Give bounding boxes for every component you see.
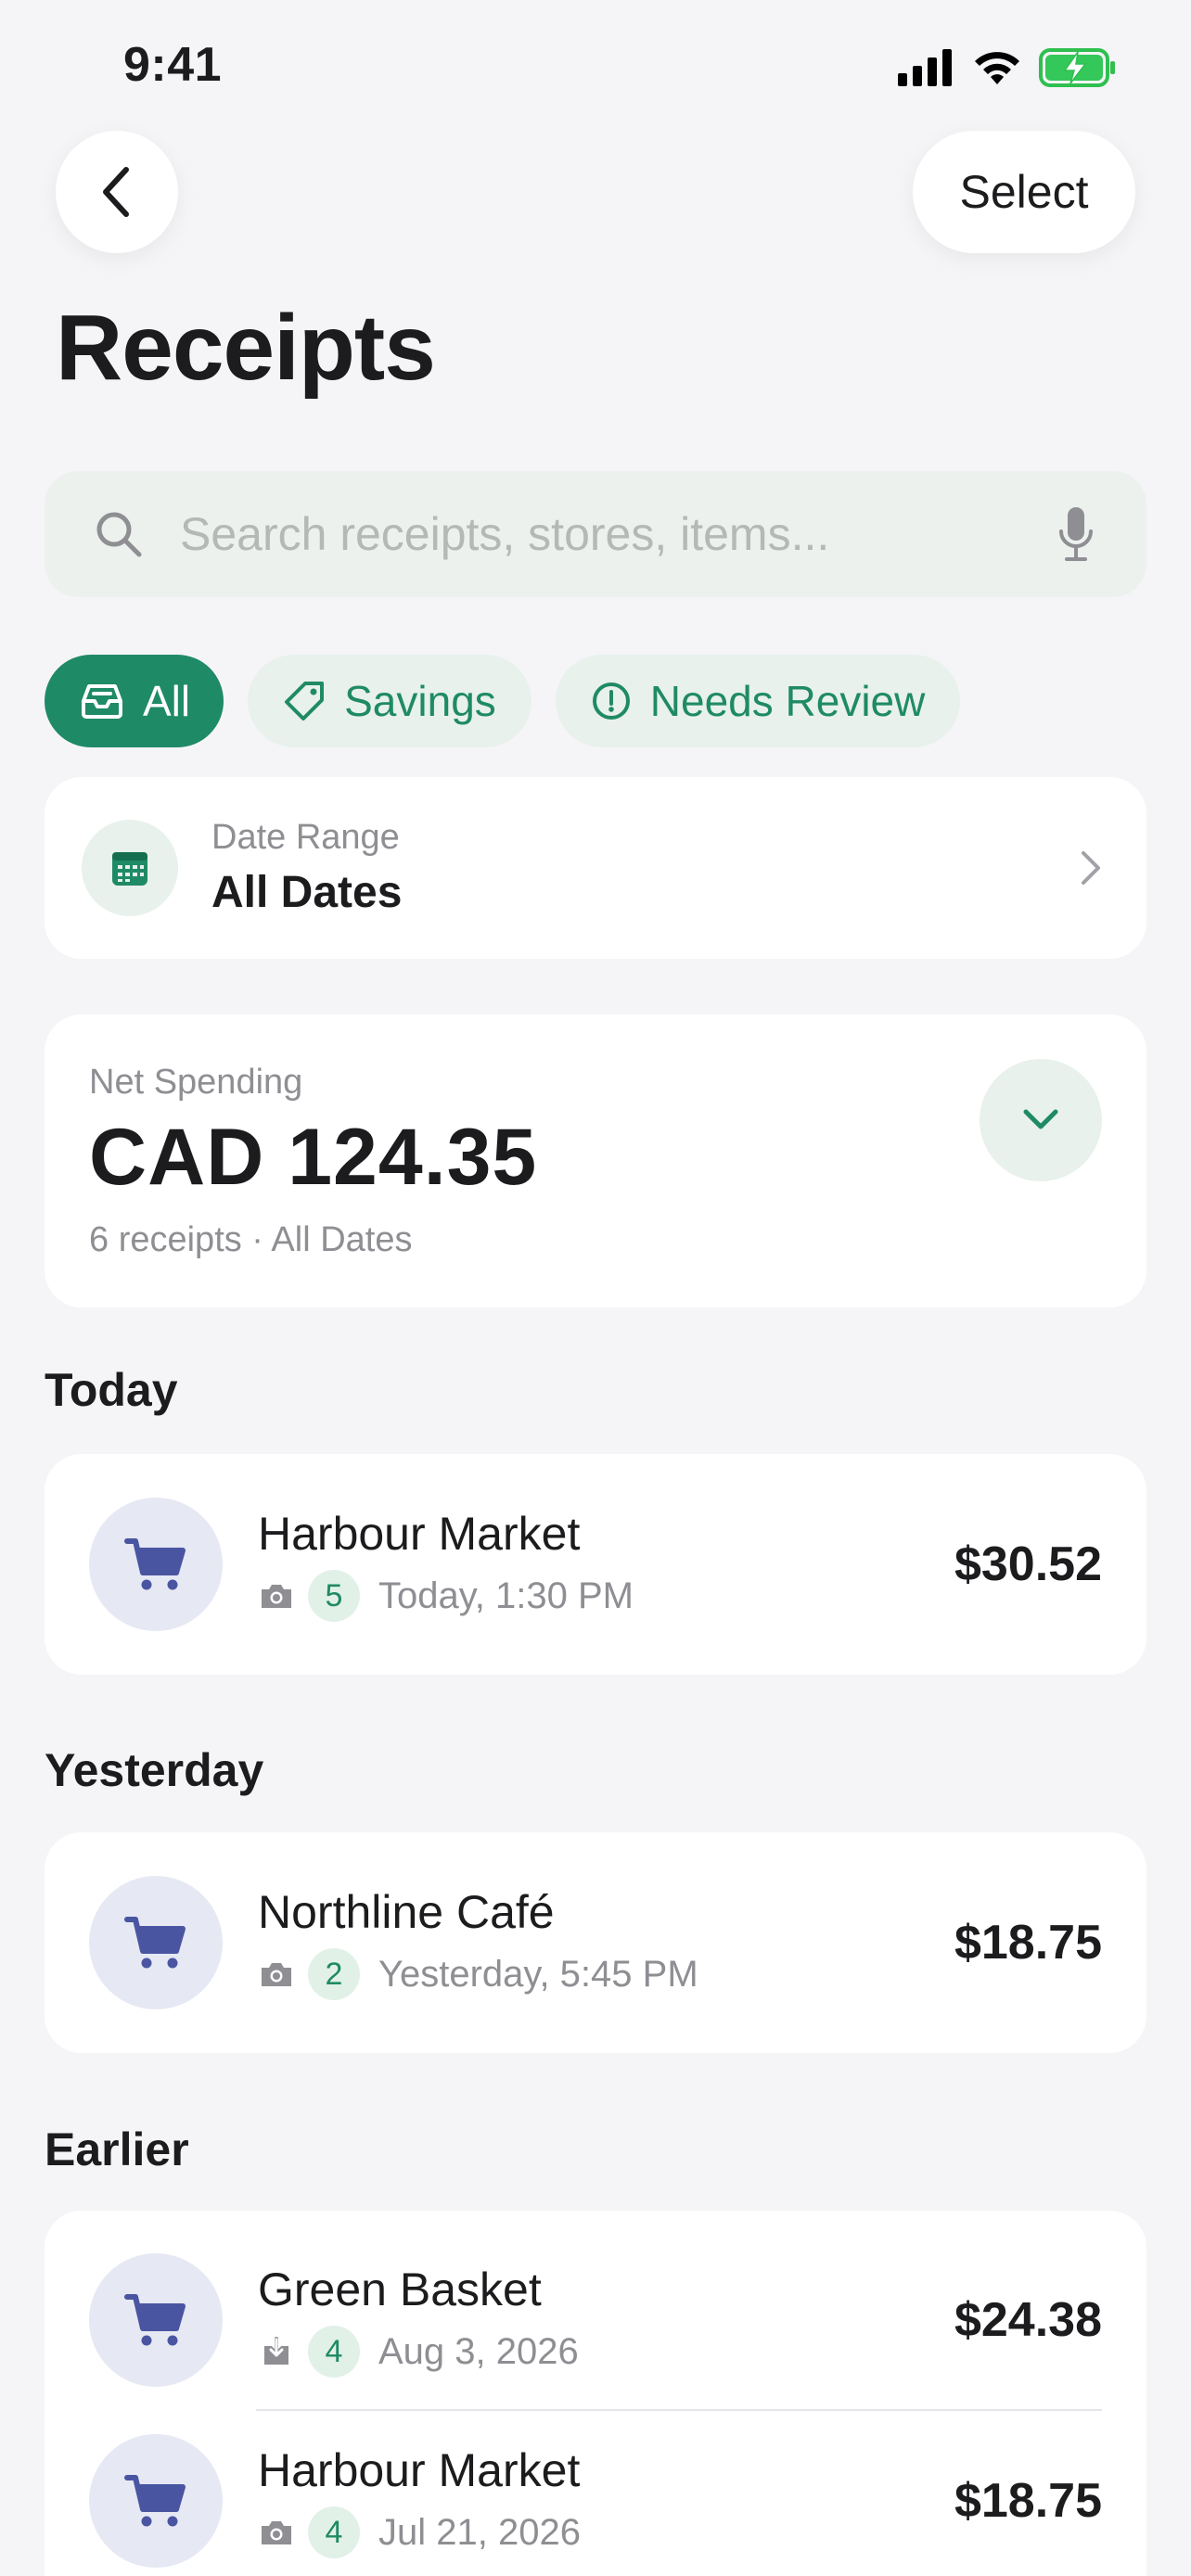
filter-chip-label: Savings (344, 677, 496, 725)
chevron-right-icon (1072, 844, 1109, 892)
filter-chip-needs-review[interactable]: Needs Review (555, 655, 961, 747)
back-button[interactable] (56, 131, 178, 253)
receipt-date: Today, 1:30 PM (378, 1575, 634, 1616)
receipt-store: Harbour Market (258, 1508, 581, 1560)
receipt-amount: $24.38 (954, 2293, 1102, 2347)
receipt-row[interactable]: Harbour Market 5 Today, 1:30 PM $30.52 (45, 1454, 1146, 1675)
receipt-date: Yesterday, 5:45 PM (378, 1953, 698, 1995)
select-button[interactable]: Select (913, 131, 1135, 253)
section-title-yesterday: Yesterday (45, 1744, 264, 1796)
receipt-store: Northline Café (258, 1886, 555, 1938)
cellular-signal-icon (898, 49, 952, 86)
camera-icon (258, 1958, 295, 1990)
tray-icon (82, 684, 122, 719)
receipt-amount: $18.75 (954, 2474, 1102, 2528)
receipt-group-yesterday: Northline Café 2 Yesterday, 5:45 PM $18.… (45, 1832, 1146, 2053)
search-icon (93, 508, 145, 560)
receipt-row[interactable]: Green Basket 4 Aug 3, 2026 $24.38 (45, 2211, 1146, 2411)
status-time: 9:41 (123, 38, 223, 92)
net-spending-amount: CAD 124.35 (89, 1113, 538, 1202)
receipt-amount: $30.52 (954, 1537, 1102, 1591)
date-range-label: Date Range (211, 818, 400, 857)
receipt-amount: $18.75 (954, 1916, 1102, 1970)
receipt-store: Harbour Market (258, 2444, 581, 2496)
chevron-left-icon (103, 167, 129, 217)
net-spending-card: Net Spending CAD 124.35 6 receipts · All… (45, 1014, 1146, 1307)
receipt-store: Green Basket (258, 2264, 542, 2315)
calendar-icon (82, 820, 178, 916)
camera-icon (258, 1580, 295, 1612)
receipt-group-earlier: Green Basket 4 Aug 3, 2026 $24.38 Harbou… (45, 2211, 1146, 2576)
date-range-value: All Dates (211, 868, 403, 917)
filter-chip-savings[interactable]: Savings (248, 655, 531, 747)
receipt-row[interactable]: Northline Café 2 Yesterday, 5:45 PM $18.… (45, 1832, 1146, 2053)
tag-icon (285, 682, 325, 721)
receipt-group-today: Harbour Market 5 Today, 1:30 PM $30.52 (45, 1454, 1146, 1675)
item-count-badge: 5 (308, 1570, 360, 1622)
section-title-earlier: Earlier (45, 2123, 189, 2175)
date-range-card[interactable]: Date Range All Dates (45, 777, 1146, 959)
filter-chip-all[interactable]: All (45, 655, 224, 747)
shopping-cart-icon (89, 2434, 223, 2568)
alert-circle-icon (592, 682, 630, 720)
microphone-icon[interactable] (1054, 504, 1098, 564)
item-count-badge: 4 (308, 2326, 360, 2378)
receipt-date: Jul 21, 2026 (378, 2511, 581, 2553)
net-spending-summary: 6 receipts · All Dates (89, 1220, 413, 1259)
camera-icon (258, 2517, 295, 2548)
net-spending-label: Net Spending (89, 1063, 303, 1102)
search-field[interactable]: Search receipts, stores, items... (45, 471, 1146, 597)
section-title-today: Today (45, 1364, 178, 1416)
receipt-date: Aug 3, 2026 (378, 2330, 579, 2372)
expand-button[interactable] (980, 1059, 1102, 1181)
import-icon (258, 2336, 295, 2367)
status-icons (898, 45, 1121, 91)
search-input[interactable]: Search receipts, stores, items... (180, 507, 1054, 561)
item-count-badge: 4 (308, 2506, 360, 2558)
filter-chip-label: All (143, 677, 191, 725)
wifi-icon (975, 52, 1019, 84)
filter-chip-label: Needs Review (649, 677, 926, 725)
battery-charging-icon (1039, 48, 1115, 87)
shopping-cart-icon (89, 1498, 223, 1631)
filter-chips: All Savings Needs Review (45, 655, 961, 747)
shopping-cart-icon (89, 2253, 223, 2387)
shopping-cart-icon (89, 1876, 223, 2009)
item-count-badge: 2 (308, 1948, 360, 2000)
chevron-down-icon (1023, 1109, 1058, 1129)
receipt-row[interactable]: Harbour Market 4 Jul 21, 2026 $18.75 (45, 2411, 1146, 2576)
page-title: Receipts (56, 296, 436, 400)
